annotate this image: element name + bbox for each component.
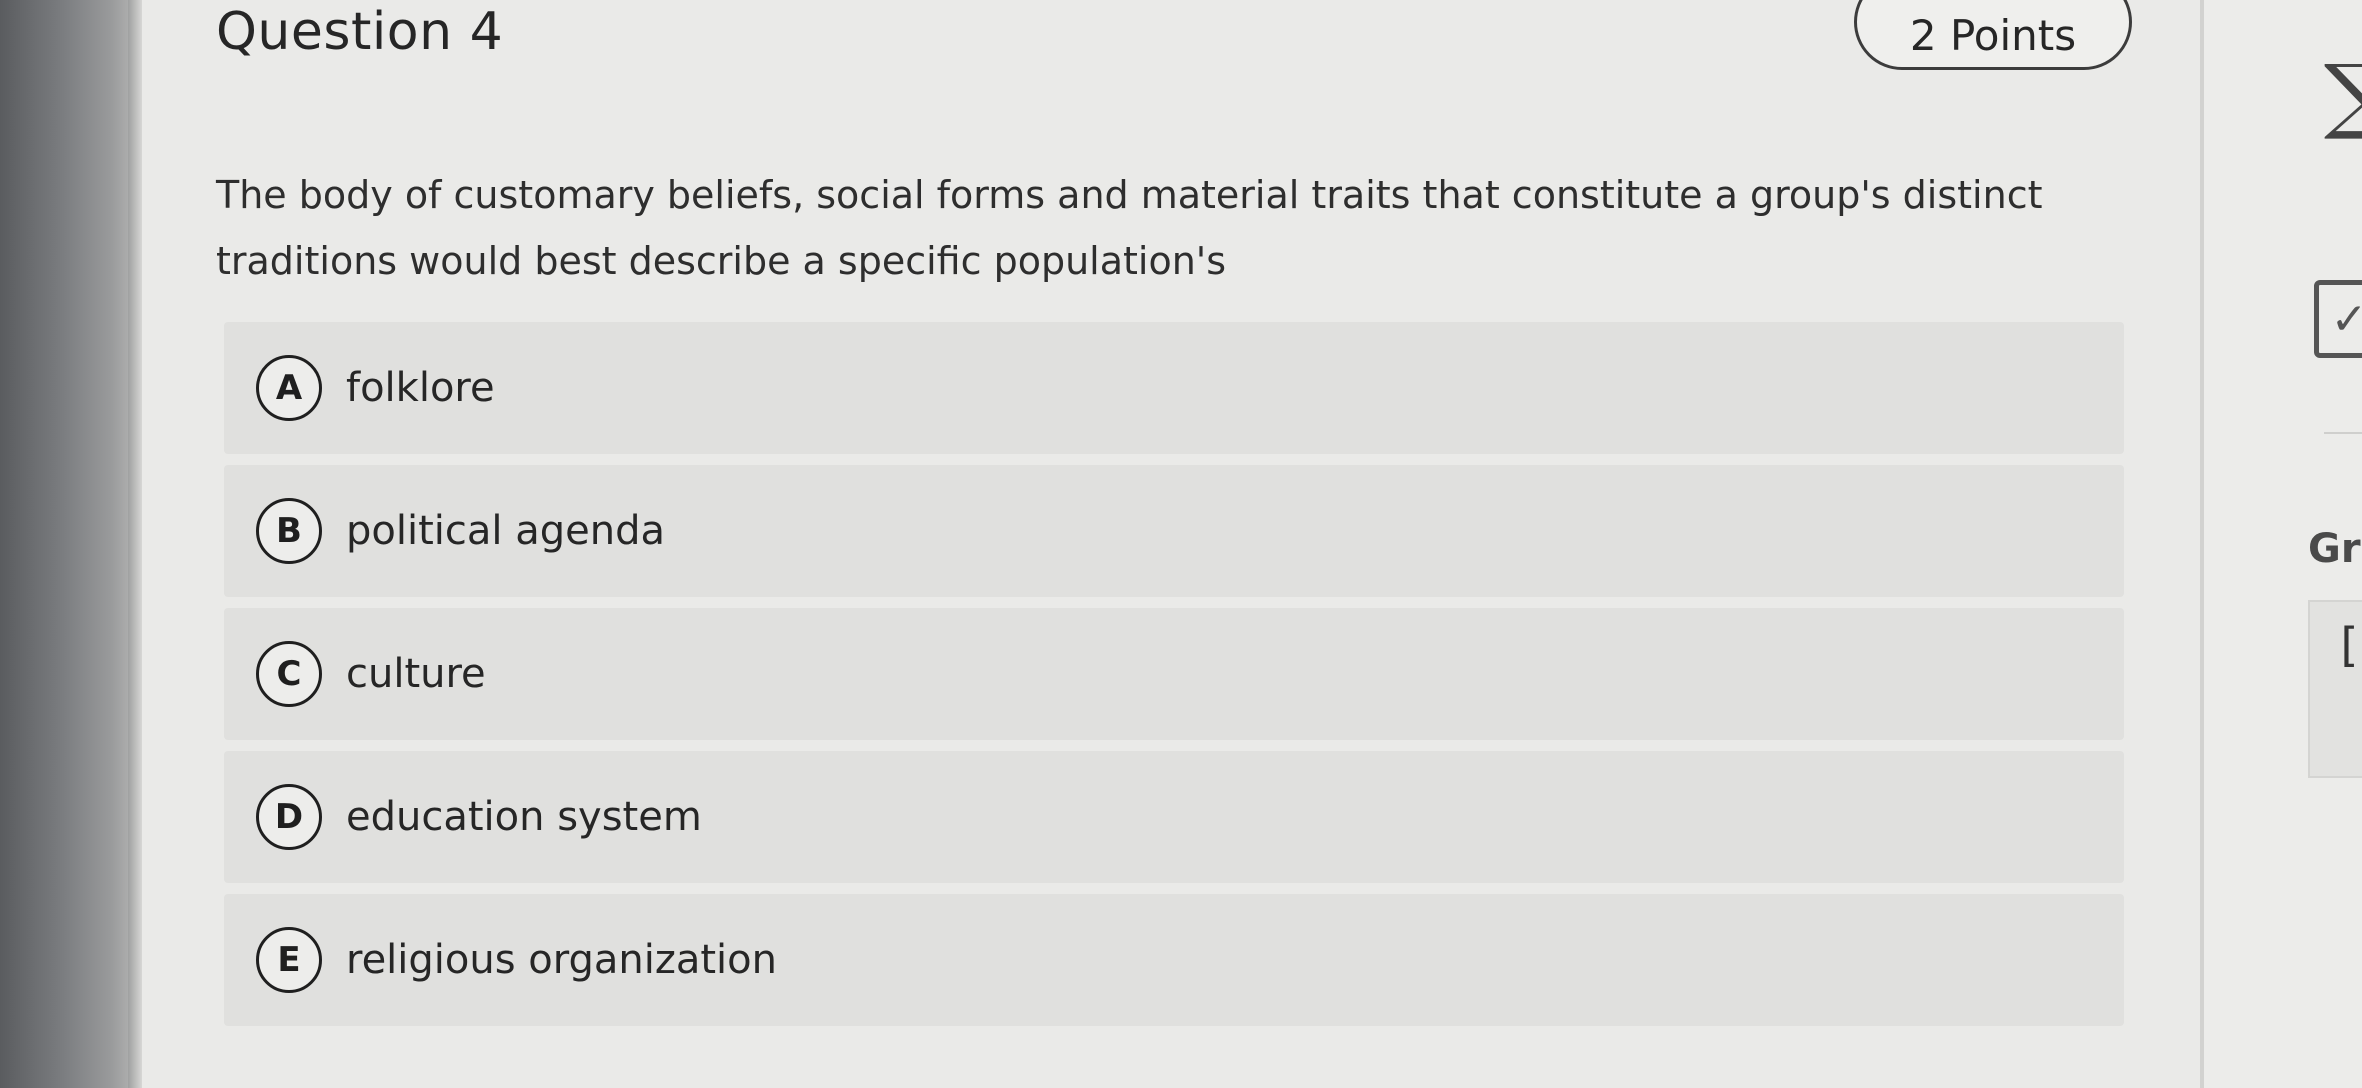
option-letter-badge: D — [256, 784, 322, 850]
option-label: political agenda — [346, 508, 665, 554]
option-d[interactable]: D education system — [224, 751, 2124, 883]
sidebar-separator — [2324, 432, 2362, 434]
option-letter-badge: E — [256, 927, 322, 993]
option-label: culture — [346, 651, 486, 697]
option-letter-badge: C — [256, 641, 322, 707]
question-title: Question 4 — [216, 2, 504, 62]
checkbox-icon[interactable]: ✓ — [2314, 280, 2362, 358]
option-letter-badge: B — [256, 498, 322, 564]
option-e[interactable]: E religious organization — [224, 894, 2124, 1026]
question-panel: Question 4 2 Points The body of customar… — [142, 0, 2202, 1088]
option-c[interactable]: C culture — [224, 608, 2124, 740]
left-rail — [0, 0, 140, 1088]
answer-options: A folklore B political agenda C culture … — [224, 322, 2124, 1037]
option-label: education system — [346, 794, 702, 840]
option-b[interactable]: B political agenda — [224, 465, 2124, 597]
option-label: religious organization — [346, 937, 777, 983]
option-a[interactable]: A folklore — [224, 322, 2124, 454]
left-edge — [128, 0, 142, 1088]
quiz-screen: Question 4 2 Points The body of customar… — [0, 0, 2362, 1088]
bracket-icon: [ — [2334, 618, 2362, 672]
option-letter-badge: A — [256, 355, 322, 421]
sigma-icon[interactable]: ∑ — [2324, 48, 2362, 143]
question-prompt: The body of customary beliefs, social fo… — [216, 173, 2043, 283]
option-label: folklore — [346, 365, 495, 411]
right-sidebar: ∑ ✓ Gr [ — [2204, 0, 2362, 1088]
grade-label: Gr — [2308, 526, 2361, 572]
points-badge: 2 Points — [1854, 0, 2132, 70]
